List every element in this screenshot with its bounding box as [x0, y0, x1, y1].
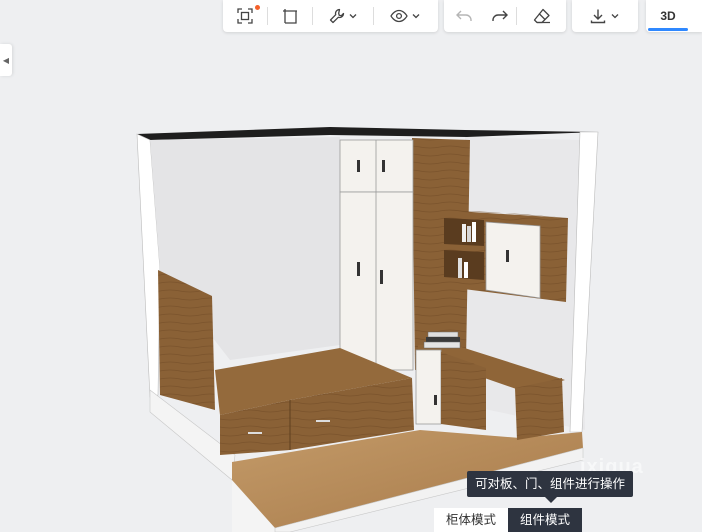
undo-button[interactable] — [444, 0, 484, 32]
wardrobe-handle-2 — [382, 160, 385, 172]
book-stack — [423, 331, 461, 349]
wardrobe-bottom-doors[interactable] — [339, 191, 414, 371]
toolbar-group-export — [572, 0, 638, 32]
wall-cabinet[interactable] — [440, 210, 568, 302]
undo-icon — [456, 10, 472, 21]
frame-button[interactable] — [268, 0, 312, 32]
wrench-icon — [329, 8, 344, 24]
frame-icon — [283, 9, 297, 24]
download-icon — [590, 9, 606, 24]
chevron-down-icon — [611, 14, 619, 19]
wardrobe-handle-3 — [357, 262, 360, 276]
desk-drawer-unit[interactable] — [415, 349, 442, 425]
eraser-icon — [533, 8, 550, 24]
wardrobe-handle-1 — [357, 160, 360, 172]
tab-3d-label: 3D — [660, 9, 676, 23]
room-top-rim — [137, 127, 598, 140]
component-mode-label: 组件模式 — [520, 513, 571, 527]
eraser-button[interactable] — [517, 0, 566, 32]
wall-cabinet-handle — [506, 250, 509, 262]
select-frame-button[interactable] — [223, 0, 267, 32]
tooltip-text: 可对板、门、组件进行操作 — [475, 477, 626, 491]
bed-drawer-handle-1 — [248, 432, 262, 434]
view-dropdown[interactable] — [374, 0, 436, 32]
mode-switch: 柜体模式 组件模式 — [434, 508, 583, 532]
select-frame-icon — [237, 8, 253, 24]
toolbar-group-main — [223, 0, 438, 32]
tab-3d[interactable]: 3D — [646, 0, 690, 32]
sidebar-toggle-button[interactable]: ◀ — [0, 44, 12, 76]
chevron-down-icon — [349, 14, 356, 19]
cabinet-mode-label: 柜体模式 — [446, 513, 497, 527]
3d-viewport[interactable] — [0, 0, 702, 532]
toolbar-group-edit — [444, 0, 566, 32]
chevron-down-icon — [412, 14, 419, 19]
tab-active-indicator — [648, 28, 688, 31]
wall-cabinet-door[interactable] — [485, 221, 541, 299]
notification-dot — [255, 5, 260, 10]
component-mode-button[interactable]: 组件模式 — [508, 508, 583, 532]
tools-dropdown[interactable] — [313, 0, 373, 32]
redo-button[interactable] — [484, 0, 516, 32]
wardrobe-handle-4 — [380, 270, 383, 284]
wardrobe-top-doors[interactable] — [339, 139, 414, 193]
desk-drawer-handle — [434, 395, 437, 405]
toolbar-group-view: 3D — [646, 0, 702, 32]
mode-tooltip: 可对板、门、组件进行操作 — [467, 471, 634, 503]
cabinet-mode-button[interactable]: 柜体模式 — [434, 508, 509, 532]
bed-drawer-handle-2 — [316, 420, 330, 422]
collapse-left-icon: ◀ — [2, 55, 10, 65]
download-dropdown[interactable] — [572, 0, 638, 32]
eye-icon — [389, 9, 408, 23]
redo-icon — [492, 10, 508, 21]
desk-leg-right — [515, 378, 564, 440]
